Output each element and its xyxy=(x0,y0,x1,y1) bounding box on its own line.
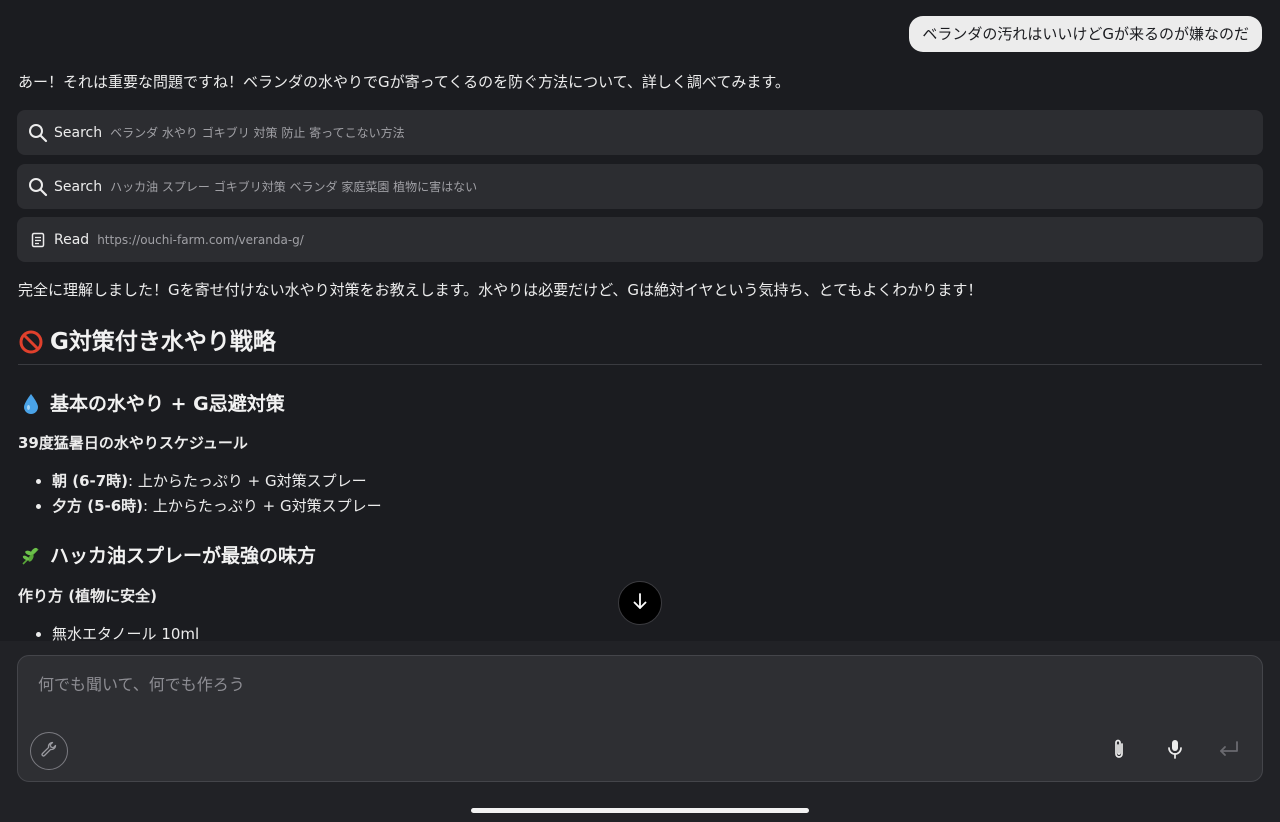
tool-call-read[interactable]: Read https://ouchi-farm.com/veranda-g/ xyxy=(17,217,1263,262)
chat-transcript: ベランダの汚れはいいけどGが来るのが嫌なのだ あー！それは重要な問題ですね！ベラ… xyxy=(0,0,1280,641)
list-item: 朝 (6-7時): 上からたっぷり + G対策スプレー xyxy=(36,470,367,492)
message-composer xyxy=(17,655,1263,782)
tool-verb: Read xyxy=(54,231,90,248)
heading-strategy: G対策付き水やり戦略 xyxy=(18,326,276,358)
user-message-bubble: ベランダの汚れはいいけどGが来るのが嫌なのだ xyxy=(909,16,1262,52)
item-label: 夕方 (5-6時) xyxy=(52,497,144,515)
microphone-icon xyxy=(1166,738,1184,764)
list-item: 夕方 (5-6時): 上からたっぷり + G対策スプレー xyxy=(36,495,382,517)
tool-query: ハッカ油 スプレー ゴキブリ対策 ベランダ 家庭菜園 植物に害はない xyxy=(110,180,478,194)
arrow-down-icon xyxy=(632,592,648,614)
recipe-subheading: 作り方 (植物に安全) xyxy=(18,587,157,605)
schedule-subheading: 39度猛暑日の水やりスケジュール xyxy=(18,434,248,452)
heading-text: G対策付き水やり戦略 xyxy=(50,329,276,355)
heading-peppermint-spray: ハッカ油スプレーが最強の味方 xyxy=(18,542,316,570)
attach-button[interactable] xyxy=(1104,736,1134,766)
item-text: 無水エタノール 10ml xyxy=(52,625,200,641)
tool-url[interactable]: https://ouchi-farm.com/veranda-g/ xyxy=(97,233,304,247)
home-indicator xyxy=(471,808,809,813)
heading-text: 基本の水やり + G忌避対策 xyxy=(50,393,285,415)
tool-query: ベランダ 水やり ゴキブリ 対策 防止 寄ってこない方法 xyxy=(110,126,405,140)
tool-verb: Search xyxy=(54,124,103,141)
message-input[interactable] xyxy=(38,670,1038,698)
tools-button[interactable] xyxy=(30,732,68,770)
droplet-icon xyxy=(18,391,44,417)
search-icon xyxy=(27,122,49,144)
heading-text: ハッカ油スプレーが最強の味方 xyxy=(50,545,317,567)
divider xyxy=(18,364,1262,365)
assistant-summary: 完全に理解しました！Gを寄せ付けない水やり対策をお教えします。水やりは必要だけど… xyxy=(18,281,983,299)
item-text: : 上からたっぷり + G対策スプレー xyxy=(128,472,367,490)
item-label: 朝 (6-7時) xyxy=(52,472,129,490)
tool-verb: Search xyxy=(54,178,103,195)
document-icon xyxy=(27,229,49,251)
scroll-to-bottom-button[interactable] xyxy=(618,581,662,625)
composer-area xyxy=(0,641,1280,822)
assistant-intro: あー！それは重要な問題ですね！ベランダの水やりでGが寄ってくるのを防ぐ方法につい… xyxy=(18,73,790,91)
send-button[interactable] xyxy=(1214,736,1244,766)
item-text: : 上からたっぷり + G対策スプレー xyxy=(143,497,382,515)
enter-return-icon xyxy=(1218,740,1240,762)
list-item: 無水エタノール 10ml xyxy=(36,623,199,641)
paperclip-icon xyxy=(1111,738,1127,764)
tool-call-search-2[interactable]: Search ハッカ油 スプレー ゴキブリ対策 ベランダ 家庭菜園 植物に害はな… xyxy=(17,164,1263,209)
prohibited-icon xyxy=(18,329,44,355)
wrench-icon xyxy=(40,740,58,762)
heading-basic-watering: 基本の水やり + G忌避対策 xyxy=(18,390,285,418)
herb-icon xyxy=(18,543,44,569)
search-icon xyxy=(27,176,49,198)
voice-input-button[interactable] xyxy=(1160,736,1190,766)
tool-call-search-1[interactable]: Search ベランダ 水やり ゴキブリ 対策 防止 寄ってこない方法 xyxy=(17,110,1263,155)
